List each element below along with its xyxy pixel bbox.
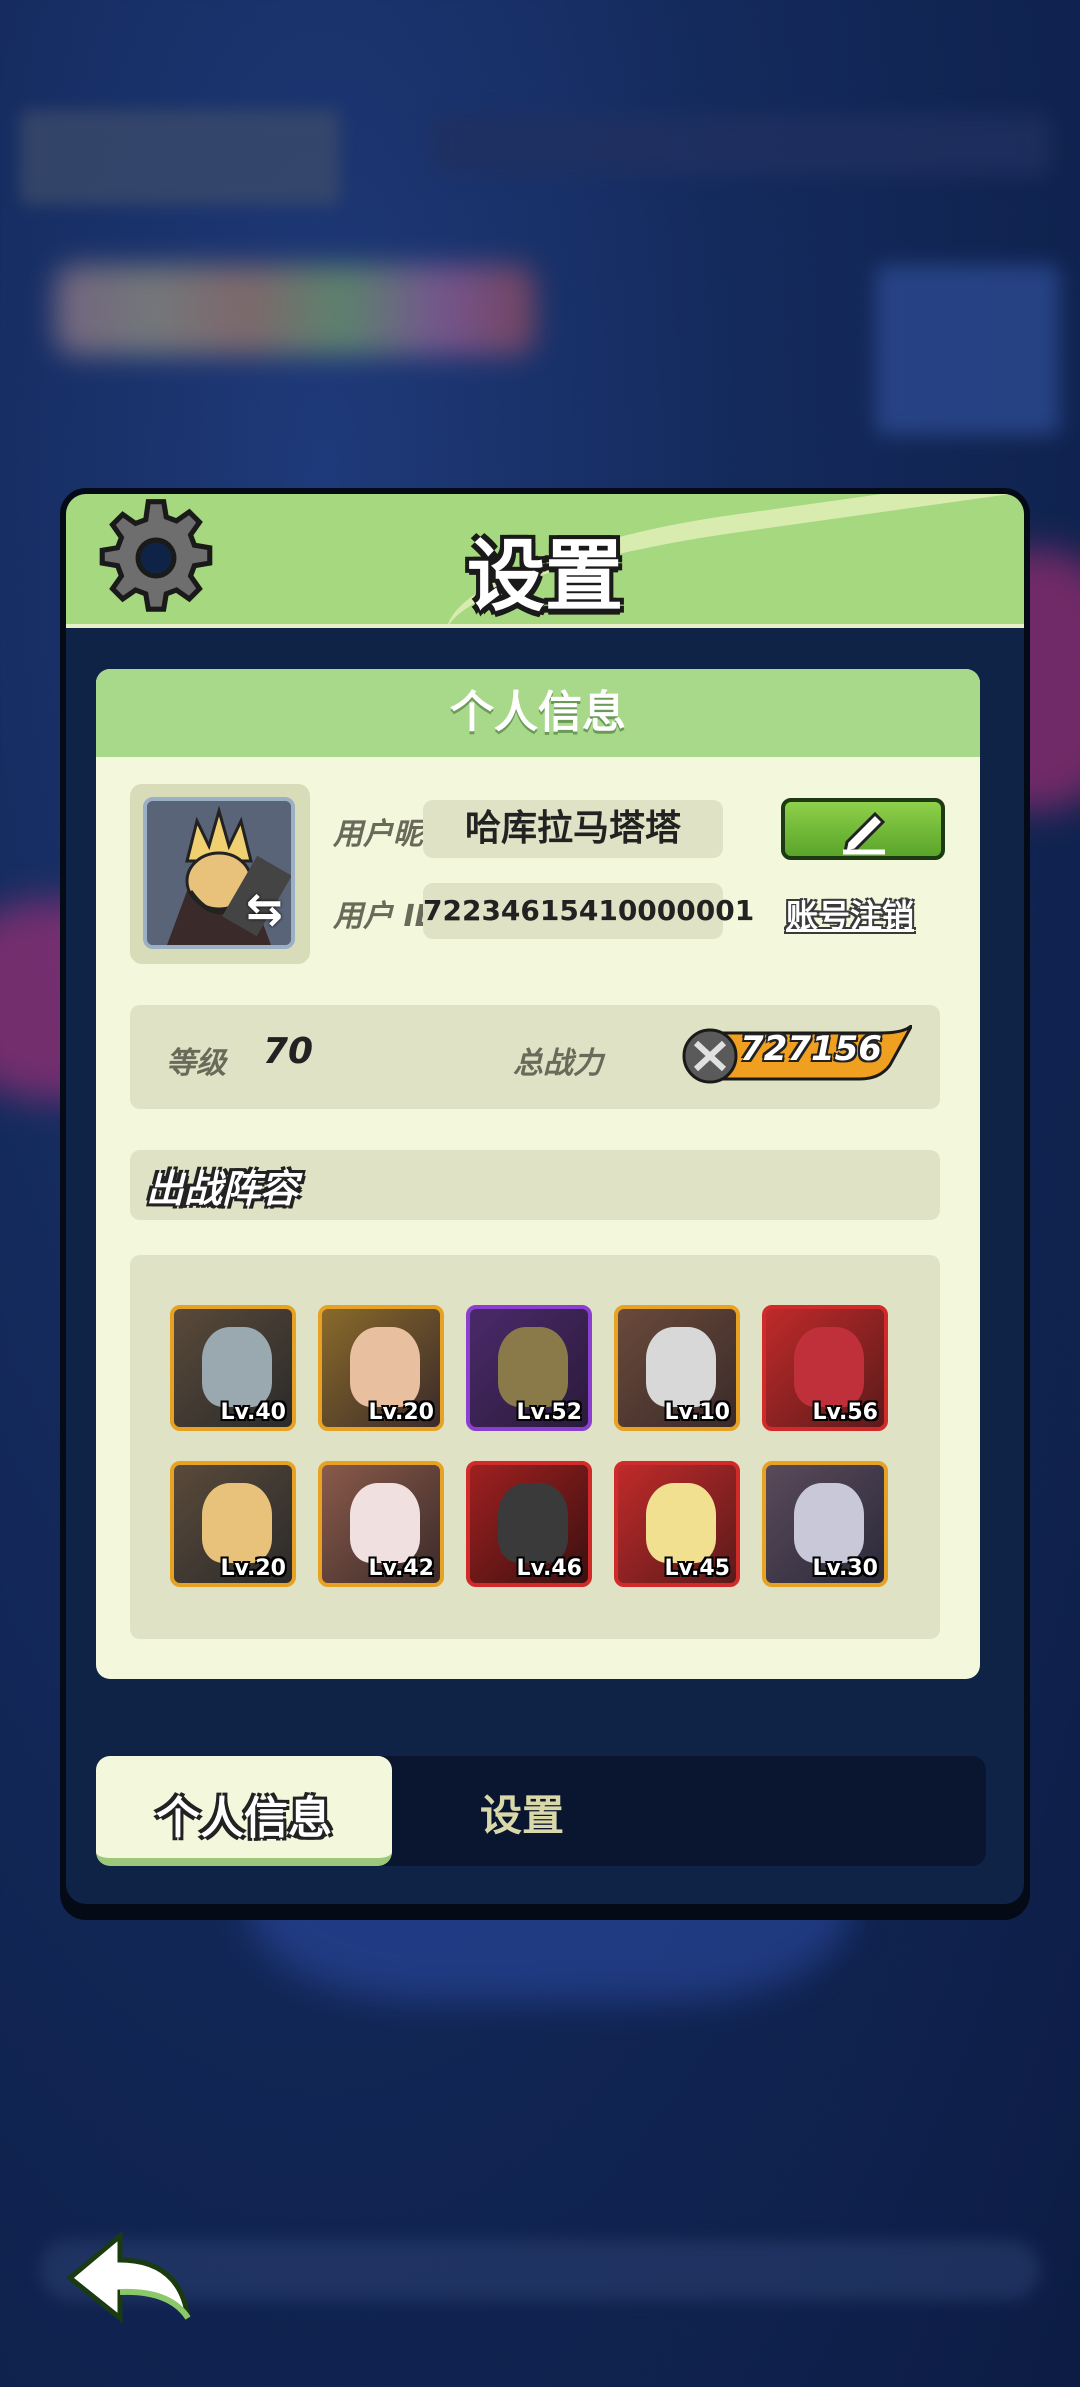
hero-slot[interactable]: Lv.20: [170, 1461, 296, 1587]
background-resource-bar: [430, 115, 1050, 175]
hero-level: Lv.20: [368, 1400, 434, 1425]
power-value: 727156: [740, 1029, 882, 1069]
hero-level: Lv.56: [812, 1400, 878, 1425]
hero-slot[interactable]: Lv.45: [614, 1461, 740, 1587]
hero-slot[interactable]: Lv.20: [318, 1305, 444, 1431]
back-arrow-icon[interactable]: [60, 2228, 200, 2328]
hero-level: Lv.45: [664, 1556, 730, 1581]
modal-header: 设置: [66, 494, 1024, 628]
tab-profile-info[interactable]: 个人信息: [96, 1756, 392, 1866]
avatar[interactable]: ⇆: [143, 797, 295, 949]
avatar-frame[interactable]: ⇆: [130, 784, 310, 964]
hero-slot[interactable]: Lv.40: [170, 1305, 296, 1431]
lineup-title: 出战阵容: [146, 1167, 299, 1211]
hero-slot[interactable]: Lv.10: [614, 1305, 740, 1431]
hero-slot[interactable]: Lv.42: [318, 1461, 444, 1587]
hero-level: Lv.30: [812, 1556, 878, 1581]
user-id-field: 72234615410000001: [423, 883, 754, 939]
hero-level: Lv.52: [516, 1400, 582, 1425]
section-title: 个人信息: [96, 669, 980, 757]
hero-level: Lv.10: [664, 1400, 730, 1425]
hero-slot[interactable]: Lv.30: [762, 1461, 888, 1587]
hero-level: Lv.20: [220, 1556, 286, 1581]
hero-slot[interactable]: Lv.56: [762, 1305, 888, 1431]
tab-settings[interactable]: 设置: [392, 1756, 652, 1866]
level-value: 70: [263, 1031, 314, 1072]
stats-bar: 等级 70 总战力 727156: [130, 1005, 940, 1109]
settings-modal: 设置 个人信息 ⇆ 用户昵称 哈库拉马塔塔 用户 ID 722346154100…: [60, 488, 1030, 1910]
swap-avatar-icon[interactable]: ⇆: [246, 884, 283, 935]
power-label: 总战力: [513, 1046, 603, 1081]
edit-nickname-button[interactable]: [781, 798, 945, 860]
background-player-hud: [20, 110, 340, 205]
modal-title: 设置: [466, 532, 623, 622]
hero-slot[interactable]: Lv.52: [466, 1305, 592, 1431]
tab-label: 设置: [479, 1791, 564, 1840]
level-label: 等级: [166, 1046, 226, 1081]
tab-bar: 个人信息 设置: [96, 1756, 986, 1866]
pencil-icon: [843, 811, 886, 855]
delete-account-link[interactable]: 账号注销: [786, 891, 914, 937]
hero-level: Lv.46: [516, 1556, 582, 1581]
hero-level: Lv.40: [220, 1400, 286, 1425]
background-feature-icons: [55, 265, 535, 355]
nickname-field: 哈库拉马塔塔: [423, 800, 723, 858]
lineup-grid: Lv.40 Lv.20 Lv.52 Lv.10 Lv.56 Lv.20 Lv.4…: [130, 1255, 940, 1639]
tab-label: 个人信息: [156, 1793, 332, 1844]
background-minimap: [875, 265, 1060, 435]
lineup-header: 出战阵容: [130, 1150, 940, 1220]
profile-panel: 个人信息 ⇆ 用户昵称 哈库拉马塔塔 用户 ID 722346154100000…: [96, 669, 980, 1679]
hero-level: Lv.42: [368, 1556, 434, 1581]
hero-slot[interactable]: Lv.46: [466, 1461, 592, 1587]
